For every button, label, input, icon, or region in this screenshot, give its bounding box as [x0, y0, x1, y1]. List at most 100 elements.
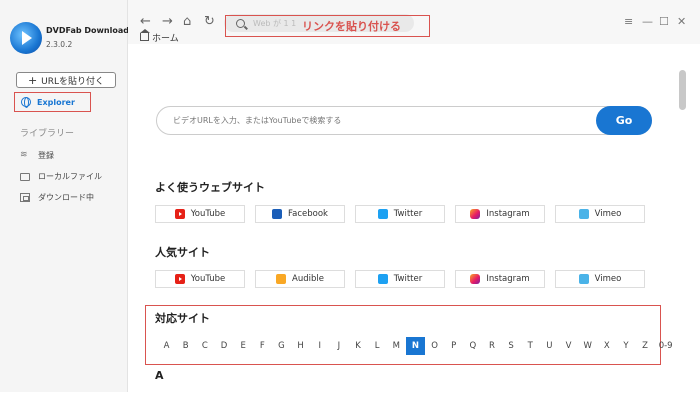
supported-sites-title: 対応サイト: [155, 312, 210, 325]
site-youtube-button[interactable]: YouTube: [155, 270, 245, 288]
site-label: YouTube: [190, 274, 226, 284]
plus-icon: +: [27, 73, 38, 87]
audible-icon: [276, 274, 287, 284]
sidebar: DVDFab Downloader 2.3.0.2 + URLを貼り付く Exp…: [0, 0, 138, 392]
letter-filter-f[interactable]: F: [253, 337, 272, 355]
back-icon[interactable]: ←: [140, 15, 151, 29]
main-content: ビデオURLを入力、またはYouTubeで検索する Go よく使うウェブサイト …: [138, 64, 676, 392]
letter-filter-a[interactable]: A: [157, 337, 176, 355]
explorer-label: Explorer: [37, 97, 75, 107]
url-search-placeholder: ビデオURLを入力、またはYouTubeで検索する: [173, 116, 342, 125]
sidebar-item-downloading[interactable]: ダウンロード中: [20, 192, 94, 203]
tab-home[interactable]: ホーム: [140, 29, 179, 44]
home-icon: [140, 29, 150, 41]
paste-url-button[interactable]: + URLを貼り付く: [16, 72, 116, 88]
library-title: ライブラリー: [20, 129, 75, 139]
letter-filter-n[interactable]: N: [405, 337, 425, 355]
alphabet-filter: A B C D E F G H I J K L M N O P Q R S T U V W X Y Z 0-9: [157, 337, 677, 355]
twitter-icon: [377, 209, 388, 219]
site-instagram-button[interactable]: Instagram: [455, 205, 545, 223]
site-audible-button[interactable]: Audible: [255, 270, 345, 288]
letter-filter-m[interactable]: M: [387, 337, 406, 355]
twitter-icon: [377, 274, 388, 284]
scrollbar-thumb[interactable]: [679, 70, 686, 110]
letter-filter-q[interactable]: Q: [463, 337, 482, 355]
site-label: YouTube: [190, 209, 226, 219]
letter-filter-v[interactable]: V: [559, 337, 578, 355]
letter-filter-h[interactable]: H: [291, 337, 310, 355]
sidebar-item-subscriptions[interactable]: ≋ 登録: [20, 150, 54, 161]
paste-url-label: URLを貼り付く: [41, 76, 105, 87]
letter-filter-t[interactable]: T: [521, 337, 540, 355]
site-label: Vimeo: [594, 274, 622, 284]
rss-icon: ≋: [20, 150, 28, 160]
letter-filter-e[interactable]: E: [234, 337, 253, 355]
site-label: Instagram: [486, 274, 530, 284]
letter-filter-j[interactable]: J: [329, 337, 348, 355]
facebook-icon: [272, 209, 283, 219]
letter-filter-0-9[interactable]: 0-9: [655, 337, 677, 355]
go-button[interactable]: Go: [596, 106, 652, 135]
vimeo-icon: [578, 274, 589, 284]
letter-filter-z[interactable]: Z: [636, 337, 655, 355]
letter-filter-i[interactable]: I: [310, 337, 329, 355]
sidebar-item-explorer[interactable]: Explorer: [14, 92, 91, 112]
site-label: Twitter: [393, 274, 423, 284]
letter-filter-c[interactable]: C: [195, 337, 214, 355]
site-label: Vimeo: [594, 209, 622, 219]
section-heading: A: [155, 369, 164, 382]
letter-filter-b[interactable]: B: [176, 337, 195, 355]
download-icon: [20, 193, 30, 202]
app-version: 2.3.0.2: [46, 40, 73, 49]
letter-filter-k[interactable]: K: [348, 337, 367, 355]
app-name: DVDFab Downloader: [46, 26, 139, 35]
folder-icon: [20, 172, 30, 181]
letter-filter-x[interactable]: X: [597, 337, 616, 355]
dvdfab-logo-icon: [10, 22, 42, 54]
trending-sites-row: YouTube Audible Twitter Instagram Vimeo: [155, 270, 645, 288]
trending-sites-title: 人気サイト: [155, 246, 210, 259]
annotation-box: [145, 305, 661, 365]
close-icon[interactable]: ✕: [677, 16, 686, 28]
instagram-icon: [470, 274, 481, 284]
menu-icon[interactable]: ≡: [624, 16, 633, 28]
site-twitter-button[interactable]: Twitter: [355, 270, 445, 288]
site-vimeo-button[interactable]: Vimeo: [555, 205, 645, 223]
youtube-icon: [174, 209, 185, 219]
letter-filter-g[interactable]: G: [272, 337, 291, 355]
maximize-icon[interactable]: ☐: [659, 16, 669, 28]
annotation-text: リンクを貼り付ける: [302, 20, 401, 33]
letter-filter-u[interactable]: U: [540, 337, 559, 355]
site-twitter-button[interactable]: Twitter: [355, 205, 445, 223]
site-youtube-button[interactable]: YouTube: [155, 205, 245, 223]
sidebar-item-label: 登録: [38, 151, 54, 160]
letter-filter-s[interactable]: S: [502, 337, 521, 355]
popular-sites-title: よく使うウェブサイト: [155, 181, 265, 194]
minimize-icon[interactable]: —: [642, 16, 653, 28]
letter-filter-l[interactable]: L: [368, 337, 387, 355]
sidebar-item-local-files[interactable]: ローカルファイル: [20, 171, 102, 182]
refresh-icon[interactable]: ↻: [204, 15, 215, 29]
site-vimeo-button[interactable]: Vimeo: [555, 270, 645, 288]
letter-filter-d[interactable]: D: [214, 337, 233, 355]
letter-filter-w[interactable]: W: [578, 337, 597, 355]
site-instagram-button[interactable]: Instagram: [455, 270, 545, 288]
instagram-icon: [470, 209, 481, 219]
popular-sites-row: YouTube Facebook Twitter Instagram Vimeo: [155, 205, 645, 223]
site-label: Facebook: [288, 209, 328, 219]
letter-filter-y[interactable]: Y: [616, 337, 635, 355]
site-label: Audible: [292, 274, 324, 284]
site-facebook-button[interactable]: Facebook: [255, 205, 345, 223]
sidebar-item-label: ダウンロード中: [38, 193, 94, 202]
home-nav-icon[interactable]: ⌂: [183, 15, 191, 29]
letter-filter-p[interactable]: P: [444, 337, 463, 355]
site-label: Instagram: [486, 209, 530, 219]
vimeo-icon: [578, 209, 589, 219]
url-search-input[interactable]: ビデオURLを入力、またはYouTubeで検索する: [156, 106, 652, 135]
letter-filter-r[interactable]: R: [482, 337, 501, 355]
letter-filter-o[interactable]: O: [425, 337, 444, 355]
sidebar-item-label: ローカルファイル: [38, 172, 102, 181]
forward-icon[interactable]: →: [162, 15, 173, 29]
tab-home-label: ホーム: [152, 33, 179, 44]
site-label: Twitter: [393, 209, 423, 219]
